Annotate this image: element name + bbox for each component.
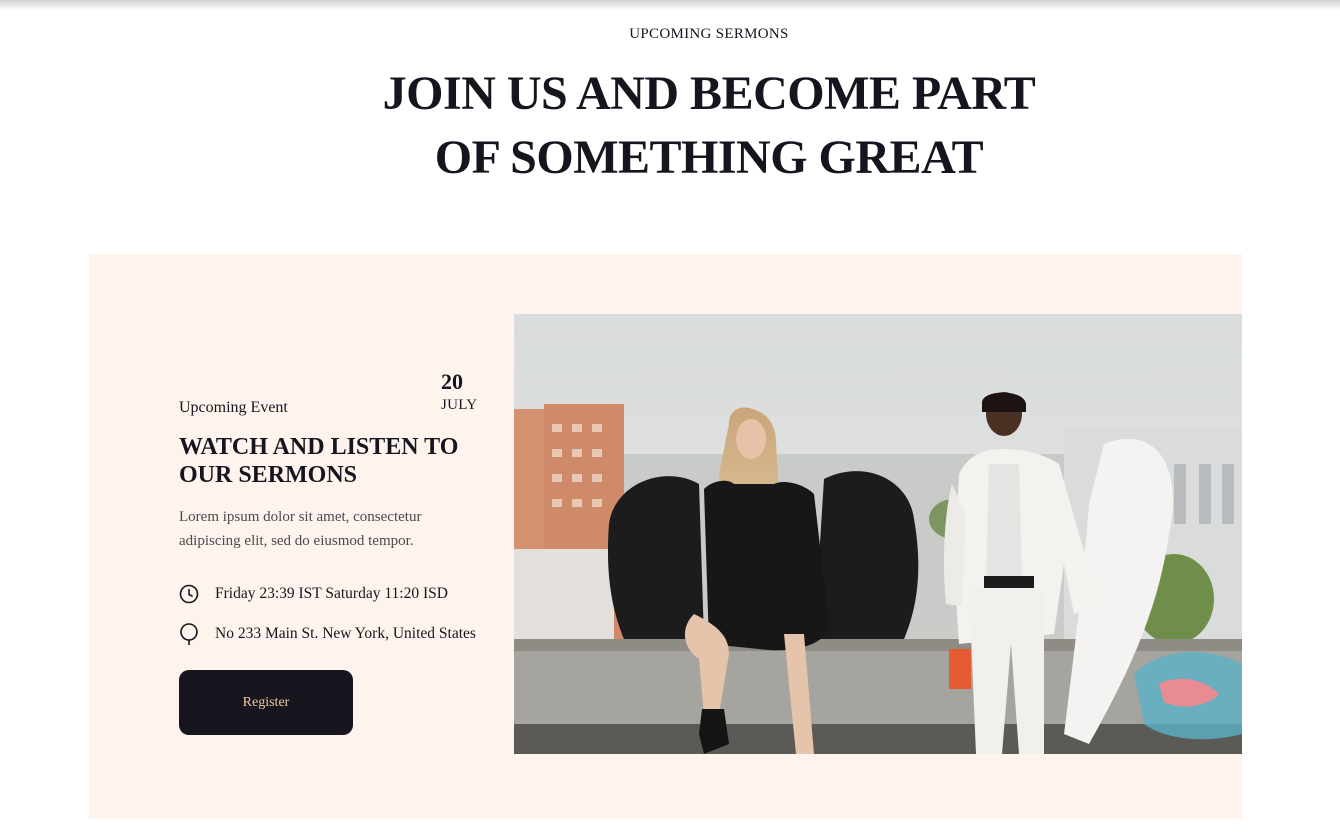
event-location-text: No 233 Main St. New York, United States xyxy=(215,625,476,642)
section-eyebrow: UPCOMING SERMONS xyxy=(629,26,789,42)
event-label: Upcoming Event xyxy=(179,399,288,416)
rooftop-couple-image xyxy=(514,314,1242,754)
event-time-row: Friday 23:39 IST Saturday 11:20 ISD xyxy=(179,583,448,605)
headline-line-2: OF SOMETHING GREAT xyxy=(434,131,984,184)
event-time-text: Friday 23:39 IST Saturday 11:20 ISD xyxy=(215,585,448,602)
event-date-month: JULY xyxy=(441,397,478,413)
headline-line-1: JOIN US AND BECOME PART xyxy=(382,67,1036,120)
event-location-row: No 233 Main St. New York, United States xyxy=(179,623,476,645)
event-card: Upcoming Event 20 JULY WATCH AND LISTEN … xyxy=(89,254,1242,819)
clock-icon xyxy=(179,584,199,604)
map-pin-icon xyxy=(180,623,198,645)
section-headline: JOIN US AND BECOME PART OF SOMETHING GRE… xyxy=(0,62,1340,190)
event-title: WATCH AND LISTEN TO OUR SERMONS xyxy=(179,434,459,488)
event-description: Lorem ipsum dolor sit amet, consectetur … xyxy=(179,509,422,549)
event-date-day: 20 xyxy=(441,369,463,394)
top-shadow xyxy=(0,0,1340,10)
register-button[interactable]: Register xyxy=(179,670,353,735)
event-photo xyxy=(514,314,1242,754)
